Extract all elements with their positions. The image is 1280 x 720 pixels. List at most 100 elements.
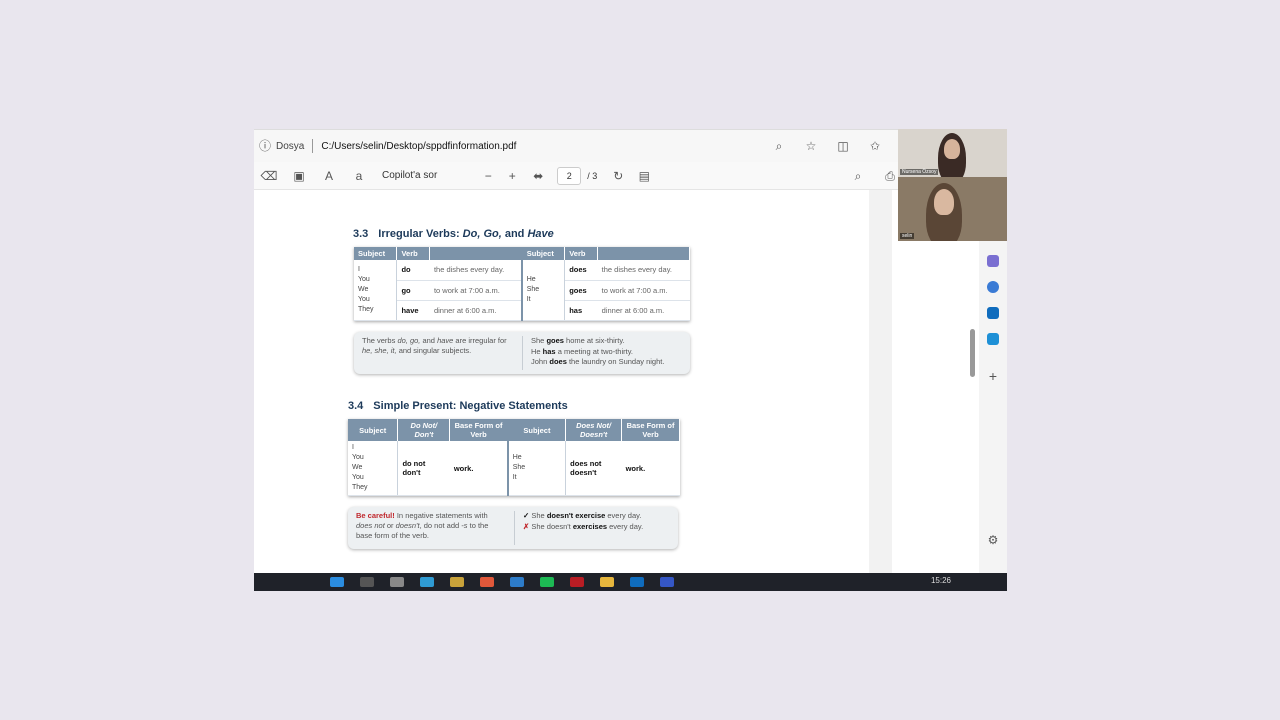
taskbar-clock: 15:26 — [930, 576, 951, 585]
eraser-icon[interactable]: ⌫ — [261, 169, 278, 183]
outlook-icon[interactable] — [630, 577, 644, 587]
app-icon[interactable] — [510, 577, 524, 587]
explorer-icon[interactable] — [450, 577, 464, 587]
outlook-icon[interactable] — [987, 307, 999, 319]
verb-cell: does — [564, 260, 598, 281]
note-rule: Be careful! In negative statements with … — [356, 511, 489, 540]
browser-sidebar: + ⚙ — [979, 241, 1007, 573]
pdf-document: 3.3 Irregular Verbs: Do, Go, and Have Sub… — [254, 190, 869, 573]
search-icon[interactable]: ⌕ — [851, 169, 865, 183]
note-rule: The verbs do, go, and have are irregular… — [362, 336, 507, 355]
edge-icon[interactable] — [420, 577, 434, 587]
pdf-toolbar: ⌫ ▣ A a Copilot'a sor − + ⬌ 2 / 3 ↻ ▤ ⌕ … — [254, 162, 1007, 190]
favorites-icon[interactable]: ✩ — [868, 139, 882, 153]
video-tile-1: Nursena Özsoy — [898, 129, 1007, 177]
vertical-scrollbar[interactable] — [968, 241, 978, 573]
table-row: I You We You They do not don't work. He … — [348, 441, 680, 496]
page-view-icon[interactable]: ▤ — [637, 169, 651, 183]
example-line: John does the laundry on Sunday night. — [531, 357, 665, 366]
url-text[interactable]: C:/Users/selin/Desktop/sppdfinformation.… — [321, 141, 516, 152]
complement-cell: to work at 7:00 a.m. — [429, 280, 522, 301]
header-subject: Subject — [348, 419, 399, 441]
page-number-input[interactable]: 2 — [557, 166, 582, 185]
example-line: ✗ She doesn't exercises every day. — [523, 521, 644, 531]
header-does-not: Does Not/ Doesn't — [565, 419, 623, 441]
file-tab[interactable]: ⓘ Dosya — [258, 139, 304, 153]
example-line: He has a meeting at two-thirty. — [531, 346, 634, 356]
split-screen-icon[interactable]: ◫ — [836, 139, 850, 153]
right-subjects: He She It — [520, 260, 566, 321]
header-verb: Verb — [564, 247, 599, 260]
fit-page-icon[interactable]: ⬌ — [531, 169, 545, 183]
windows-taskbar: 15:26 — [254, 573, 1007, 591]
header-blank — [429, 247, 523, 260]
verb-cell: do — [396, 260, 430, 281]
favorite-star-icon[interactable]: ☆ — [804, 139, 818, 153]
people-icon[interactable] — [987, 255, 999, 267]
header-base-form: Base Form of Verb — [621, 419, 680, 441]
settings-gear-icon[interactable]: ⚙ — [986, 533, 1000, 547]
complement-cell: to work at 7:00 a.m. — [597, 280, 690, 301]
participant-name: Nursena Özsoy — [900, 169, 939, 175]
teams-icon[interactable] — [660, 577, 674, 587]
shared-screen: ⓘ Dosya C:/Users/selin/Desktop/sppdfinfo… — [254, 129, 1007, 591]
note-examples: She goes home at six-thirty. He has a me… — [522, 336, 664, 370]
header-subject: Subject — [354, 247, 398, 260]
info-icon: ⓘ — [258, 139, 271, 153]
header-verb: Verb — [396, 247, 431, 260]
do-not-cell: do not don't — [397, 441, 450, 496]
base-verb-cell: work. — [621, 441, 680, 496]
chrome-icon[interactable] — [480, 577, 494, 587]
complement-cell: dinner at 6:00 a.m. — [597, 300, 690, 321]
irregular-verbs-note: The verbs do, go, and have are irregular… — [354, 332, 690, 374]
complement-cell: the dishes every day. — [597, 260, 690, 281]
rotate-icon[interactable]: ↻ — [611, 169, 625, 183]
search-icon[interactable] — [360, 577, 374, 587]
section-3-4-title: 3.4 Simple Present: Negative Statements — [348, 400, 568, 412]
verb-cell: goes — [564, 280, 598, 301]
text-box-icon[interactable]: ▣ — [292, 169, 306, 183]
left-subjects: I You We You They — [348, 441, 399, 496]
example-line: ✓ She doesn't exercise every day. — [523, 511, 642, 520]
taskview-icon[interactable] — [390, 577, 404, 587]
scrollbar-thumb[interactable] — [970, 329, 975, 377]
verb-cell: has — [564, 300, 598, 321]
right-subjects: He She It — [506, 441, 567, 496]
table-header-row: Subject Verb Subject Verb — [354, 247, 690, 260]
address-separator — [312, 139, 314, 153]
page-total: / 3 — [587, 170, 598, 181]
table-row: I You We You They do the dishes every da… — [354, 260, 690, 321]
left-subjects: I You We You They — [354, 260, 398, 321]
base-verb-cell: work. — [449, 441, 508, 496]
start-icon[interactable] — [330, 577, 344, 587]
note-examples: ✓ She doesn't exercise every day. ✗ She … — [514, 511, 643, 545]
header-base-form: Base Form of Verb — [449, 419, 509, 441]
address-bar: ⓘ Dosya C:/Users/selin/Desktop/sppdfinfo… — [254, 129, 1007, 162]
copilot-icon[interactable] — [987, 281, 999, 293]
table-header-row: Subject Do Not/ Don't Base Form of Verb … — [348, 419, 680, 441]
read-aloud-icon[interactable]: A — [322, 169, 336, 183]
print-icon[interactable]: ⎙ — [883, 169, 897, 183]
send-icon[interactable] — [987, 333, 999, 345]
verb-cell: go — [396, 280, 430, 301]
zoom-icon[interactable]: ⌕ — [772, 139, 786, 153]
does-not-cell: does not doesn't — [565, 441, 622, 496]
copilot-button[interactable]: Copilot'a sor — [382, 170, 437, 181]
header-subject: Subject — [506, 419, 567, 441]
participant-face — [944, 139, 960, 159]
zoom-out-button[interactable]: − — [481, 169, 495, 183]
video-tile-2: selin — [898, 177, 1007, 241]
add-icon[interactable]: + — [986, 369, 1000, 383]
header-blank — [597, 247, 690, 260]
translate-icon[interactable]: a — [352, 169, 366, 183]
example-line: She goes home at six-thirty. — [531, 336, 625, 345]
document-margin — [869, 190, 892, 573]
irregular-verbs-table: Subject Verb Subject Verb I You We You T… — [354, 247, 690, 321]
zoom-in-button[interactable]: + — [505, 169, 519, 183]
netflix-icon[interactable] — [570, 577, 584, 587]
verb-cell: have — [396, 300, 430, 321]
complement-cell: the dishes every day. — [429, 260, 522, 281]
header-do-not: Do Not/ Don't — [397, 419, 451, 441]
folder-icon[interactable] — [600, 577, 614, 587]
spotify-icon[interactable] — [540, 577, 554, 587]
